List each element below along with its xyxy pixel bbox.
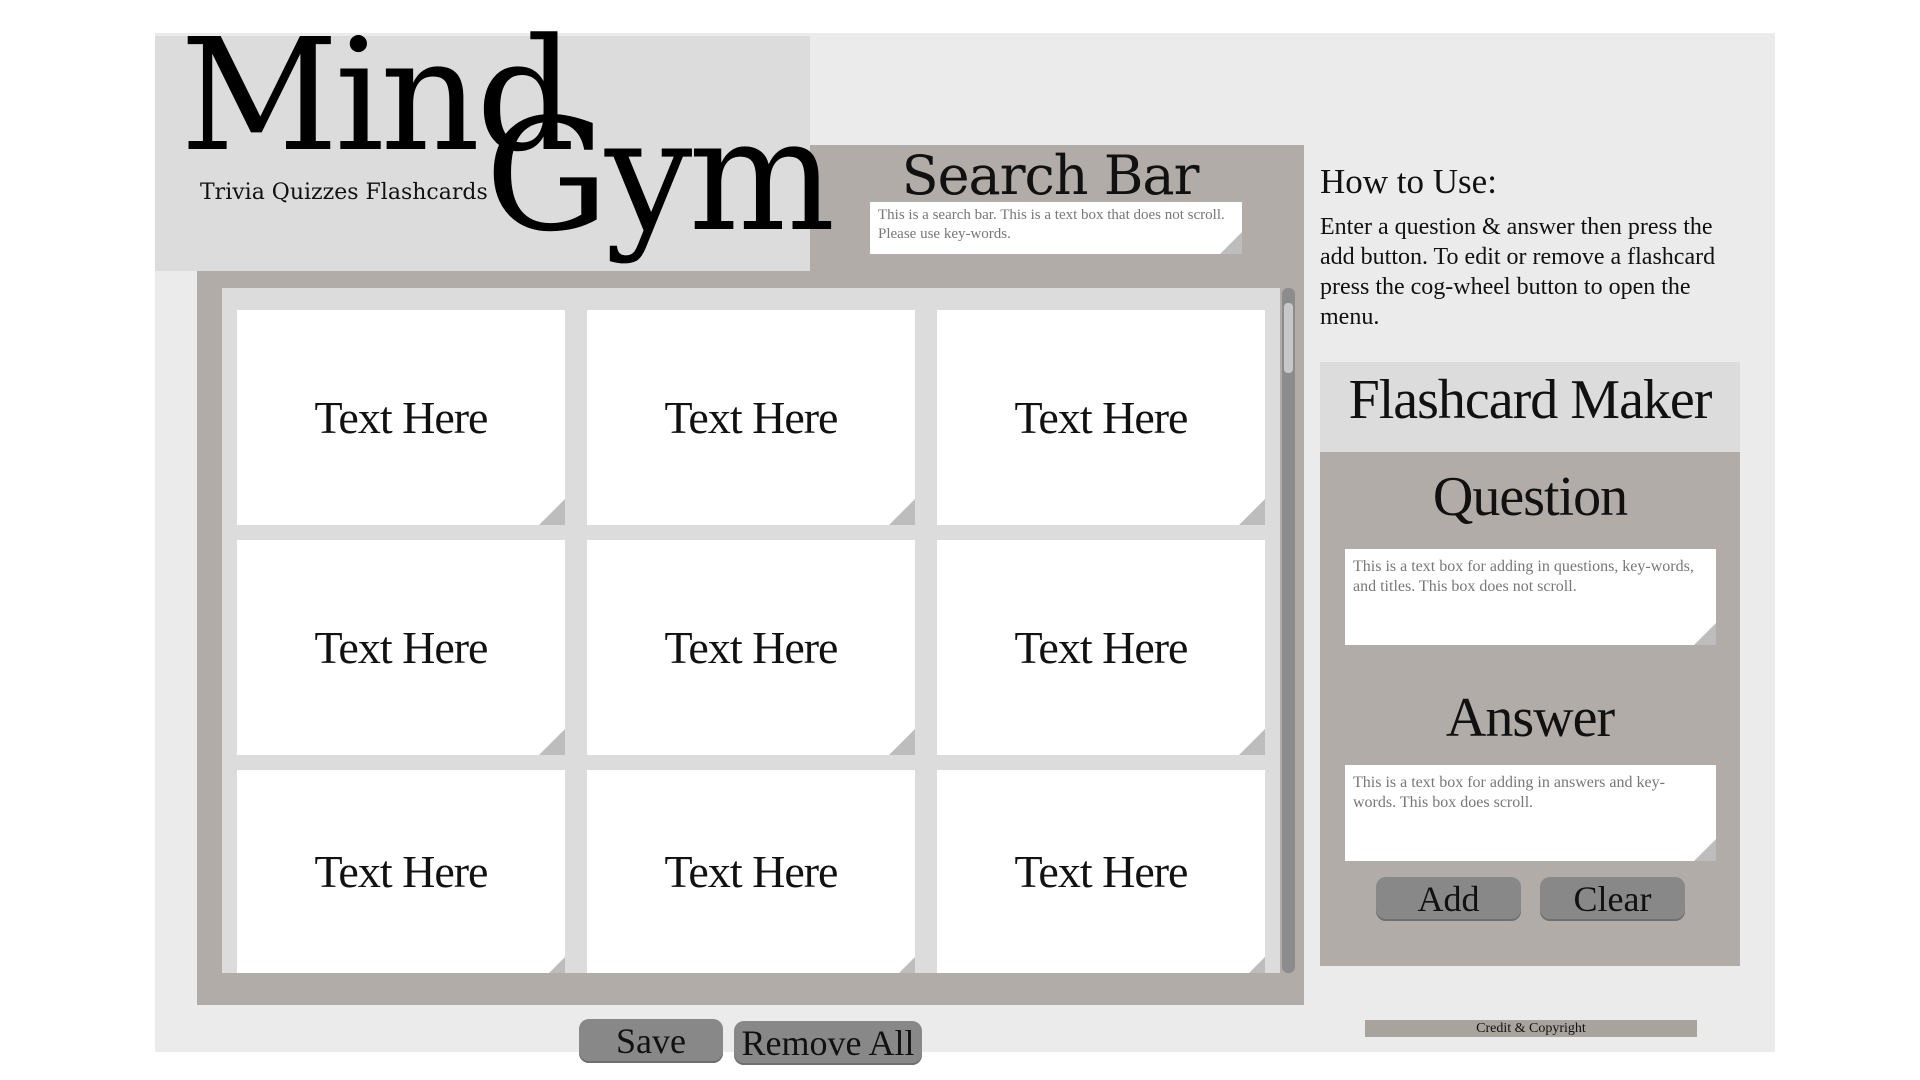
flashcard[interactable]: Text Here (937, 540, 1265, 755)
flashcard-label: Text Here (314, 392, 489, 443)
resize-handle-icon[interactable] (539, 499, 565, 525)
question-placeholder: This is a text box for adding in questio… (1353, 558, 1694, 595)
flashcard-label: Text Here (314, 622, 489, 673)
resize-handle-icon[interactable] (1249, 957, 1265, 973)
flashcard[interactable]: Text Here (587, 770, 915, 973)
flashcard-grid: Text Here Text Here Text Here Text Here … (222, 288, 1280, 973)
flashcard-label: Text Here (314, 846, 489, 897)
flashcard-label: Text Here (664, 392, 839, 443)
flashcard[interactable]: Text Here (237, 540, 565, 755)
resize-handle-icon[interactable] (1694, 839, 1716, 861)
grid-scrollbar[interactable] (1282, 288, 1295, 973)
resize-handle-icon[interactable] (1239, 729, 1265, 755)
resize-handle-icon[interactable] (1239, 499, 1265, 525)
credit-copyright[interactable]: Credit & Copyright (1365, 1020, 1697, 1037)
question-input[interactable]: This is a text box for adding in questio… (1345, 549, 1716, 645)
resize-handle-icon[interactable] (1694, 623, 1716, 645)
howto-title: How to Use: (1320, 162, 1497, 201)
flashcard-label: Text Here (1014, 846, 1189, 897)
save-button[interactable]: Save (579, 1019, 723, 1063)
resize-handle-icon[interactable] (899, 957, 915, 973)
add-button[interactable]: Add (1376, 877, 1521, 921)
resize-handle-icon[interactable] (889, 729, 915, 755)
question-label: Question (1432, 466, 1628, 528)
clear-button[interactable]: Clear (1540, 877, 1685, 921)
grid-scroll-thumb[interactable] (1284, 303, 1293, 373)
flashcard-label: Text Here (664, 622, 839, 673)
resize-handle-icon[interactable] (889, 499, 915, 525)
flashcard[interactable]: Text Here (587, 310, 915, 525)
answer-placeholder: This is a text box for adding in answers… (1353, 774, 1665, 811)
flashcard-label: Text Here (1014, 622, 1189, 673)
logo-gym: Gym (485, 85, 835, 266)
search-input[interactable]: This is a search bar. This is a text box… (870, 202, 1242, 254)
flashcard[interactable]: Text Here (937, 770, 1265, 973)
flashcard[interactable]: Text Here (587, 540, 915, 755)
flashcard[interactable]: Text Here (237, 770, 565, 973)
resize-handle-icon[interactable] (549, 957, 565, 973)
logo-tagline: Trivia Quizzes Flashcards (200, 180, 488, 205)
search-resize-handle[interactable] (1220, 232, 1242, 254)
howto-text: Enter a question & answer then press the… (1320, 214, 1716, 330)
flashcard-label: Text Here (664, 846, 839, 897)
answer-label: Answer (1445, 687, 1615, 749)
maker-title: Flashcard Maker (1348, 369, 1713, 431)
flashcard[interactable]: Text Here (237, 310, 565, 525)
search-title: Search Bar (901, 144, 1200, 207)
flashcard-label: Text Here (1014, 392, 1189, 443)
resize-handle-icon[interactable] (539, 729, 565, 755)
answer-input[interactable]: This is a text box for adding in answers… (1345, 765, 1716, 861)
remove-all-button[interactable]: Remove All (734, 1021, 922, 1065)
flashcard[interactable]: Text Here (937, 310, 1265, 525)
